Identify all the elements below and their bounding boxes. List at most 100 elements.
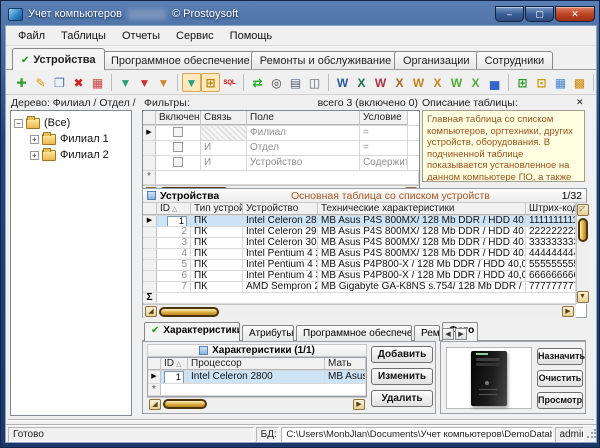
tab-devices[interactable]: ✔Устройства [12, 48, 105, 70]
column-header-3[interactable]: Технические характеристики [318, 203, 526, 215]
device-row[interactable]: 2ПКIntel Celeron 2933MB Asus P4S 800MX/ … [143, 227, 576, 238]
tree-node-branch[interactable]: +Филиал 1 [11, 131, 131, 147]
report-excel-icon[interactable]: X [466, 73, 485, 92]
delete-record-icon[interactable]: ✖ [69, 73, 88, 92]
subtab-scroll-left-icon[interactable]: ◀ [442, 328, 454, 340]
filter-field-cell[interactable]: Отдел [247, 141, 360, 155]
grid-resize-icon[interactable]: ◸ [577, 204, 589, 216]
checkbox-unchecked[interactable] [173, 142, 183, 152]
device-row[interactable]: 7ПКAMD Sempron 2500MB Gigabyte GA-K8NS s… [143, 282, 576, 293]
checkbox-unchecked[interactable] [173, 127, 183, 137]
filter-link-cell[interactable] [201, 126, 247, 140]
filter-field-cell[interactable]: Устройство [247, 156, 360, 170]
subrecord-edit-icon[interactable]: ⊡ [532, 73, 551, 92]
tree-collapse-icon[interactable]: − [14, 119, 23, 128]
device-row[interactable]: 4ПКIntel Pentium 4 2400MB Asus P4S 800MX… [143, 249, 576, 260]
sql-view-toggle-icon[interactable]: SQL [220, 73, 239, 92]
filter-new-row[interactable]: * [143, 171, 419, 185]
devices-hscroll-thumb[interactable] [159, 307, 219, 317]
filter-condition-cell[interactable]: Содержит [360, 156, 408, 170]
description-close-icon[interactable]: ✕ [576, 97, 584, 108]
filter-row-icon[interactable]: ▼ [577, 291, 589, 303]
menu-service[interactable]: Сервис [168, 28, 222, 44]
export-excel-icon[interactable]: X [352, 73, 371, 92]
characteristics-hscrollbar[interactable]: ◢ ▶ [147, 397, 367, 410]
refresh-icon[interactable]: ⇄ [248, 73, 267, 92]
device-row[interactable]: ▶1ПКIntel Celeron 2800MB Asus P4S 800MX/… [143, 216, 576, 227]
filter-condition-cell[interactable]: = [360, 126, 408, 140]
tree-panel[interactable]: −(Все)+Филиал 1+Филиал 2 [10, 110, 132, 416]
char-column-header-2[interactable]: Мать [325, 358, 366, 370]
copy-record-icon[interactable]: ❐ [50, 73, 69, 92]
char-column-header-0[interactable]: ID△ [161, 358, 188, 370]
scroll-corner-icon[interactable]: ◢ [149, 399, 161, 410]
device-row[interactable]: 6ПКIntel Pentium 4 3200MB Asus P4P800-X … [143, 271, 576, 282]
devices-vscrollbar[interactable]: ◸ ▼ [576, 203, 588, 304]
characteristic-row[interactable]: ▶1Intel Celeron 2800MB Asus P4 [148, 371, 366, 384]
tree-panel-toggle-icon[interactable]: ⊞ [201, 73, 220, 92]
add-button[interactable]: Добавить [371, 346, 433, 363]
add-record-icon[interactable]: ✚ [12, 73, 31, 92]
filter-grid[interactable]: ВключенСвязьПолеУсловие▶Филиал=ИОтдел=ИУ… [142, 110, 420, 192]
edit-record-icon[interactable]: ✎ [31, 73, 50, 92]
delete-button[interactable]: Удалить [371, 390, 433, 407]
filter-enabled-cell[interactable] [156, 126, 201, 140]
devices-hscrollbar[interactable]: ◢ ▶ [143, 304, 576, 318]
devices-grid[interactable]: ID△Тип устройстваУстройствоТехнические х… [143, 203, 576, 304]
filter-delete-icon[interactable]: ▼ [135, 73, 154, 92]
chart-icon[interactable]: ▅ [485, 73, 504, 92]
tab-repairs[interactable]: Ремонты и обслуживание [251, 51, 400, 70]
close-button[interactable]: ✕ [555, 6, 595, 22]
merge-word-icon[interactable]: W [371, 73, 390, 92]
grid-settings-icon[interactable]: ▦ [551, 73, 570, 92]
filter-enabled-cell[interactable] [156, 141, 201, 155]
subtab-characteristics[interactable]: ✔Характеристики [144, 322, 240, 341]
report-word-icon[interactable]: W [447, 73, 466, 92]
filter-link-cell[interactable]: И [201, 156, 247, 170]
tab-organizations[interactable]: Организации [394, 51, 479, 70]
scroll-corner-icon[interactable]: ◢ [145, 306, 157, 317]
search-icon[interactable]: ◎ [267, 73, 286, 92]
char-column-header-1[interactable]: Процессор [188, 358, 325, 370]
tab-employees[interactable]: Сотрудники [476, 51, 554, 70]
column-header-1[interactable]: Тип устройства [191, 203, 243, 215]
minimize-button[interactable]: – [495, 6, 524, 22]
filter-condition-cell[interactable]: = [360, 141, 408, 155]
filter-row[interactable]: ИУстройствоСодержит [143, 156, 419, 171]
filter-link-cell[interactable]: И [201, 141, 247, 155]
subtab-scroll-right-icon[interactable]: ▶ [455, 328, 467, 340]
maximize-button[interactable]: ▢ [525, 6, 554, 22]
filter-apply-icon[interactable]: ▼ [116, 73, 135, 92]
filter-row[interactable]: ИОтдел= [143, 141, 419, 156]
column-header-4[interactable]: Штрих-код [526, 203, 576, 215]
menu-tables[interactable]: Таблицы [53, 28, 114, 44]
menu-help[interactable]: Помощь [222, 28, 281, 44]
filter-disable-icon[interactable]: ▼ [154, 73, 173, 92]
device-row[interactable]: 5ПКIntel Pentium 4 3000MB Asus P4P800-X … [143, 260, 576, 271]
tree-expand-icon[interactable]: + [30, 151, 39, 160]
scroll-right-icon[interactable]: ▶ [562, 306, 574, 317]
clear-button[interactable]: Очистить [537, 370, 583, 387]
delete-table-records-icon[interactable]: ▦ [88, 73, 107, 92]
merge-excel-icon[interactable]: X [390, 73, 409, 92]
tab-software[interactable]: Программное обеспечение [102, 51, 259, 70]
view-button[interactable]: Просмотр [537, 392, 583, 409]
device-row[interactable]: 3ПКIntel Celeron 3066MB Asus P4S 800MX/ … [143, 238, 576, 249]
subrecord-add-icon[interactable]: ⊞ [513, 73, 532, 92]
resize-grip[interactable] [586, 429, 596, 439]
preview-icon[interactable]: ◫ [305, 73, 324, 92]
assign-button[interactable]: Назначить [537, 348, 583, 365]
export-word-icon[interactable]: W [333, 73, 352, 92]
filter-row[interactable]: ▶Филиал= [143, 126, 419, 141]
devices-vscroll-thumb[interactable] [578, 218, 588, 242]
menu-reports[interactable]: Отчеты [114, 28, 168, 44]
filter-panel-toggle-icon[interactable]: ▼ [182, 73, 201, 92]
checkbox-unchecked[interactable] [173, 157, 183, 167]
tree-node-branch[interactable]: +Филиал 2 [11, 147, 131, 163]
template-word-icon[interactable]: W [409, 73, 428, 92]
filter-field-cell[interactable]: Филиал [247, 126, 360, 140]
edit-button[interactable]: Изменить [371, 368, 433, 385]
tree-expand-icon[interactable]: + [30, 135, 39, 144]
menu-file[interactable]: Файл [10, 28, 53, 44]
column-header-0[interactable]: ID△ [157, 203, 191, 215]
